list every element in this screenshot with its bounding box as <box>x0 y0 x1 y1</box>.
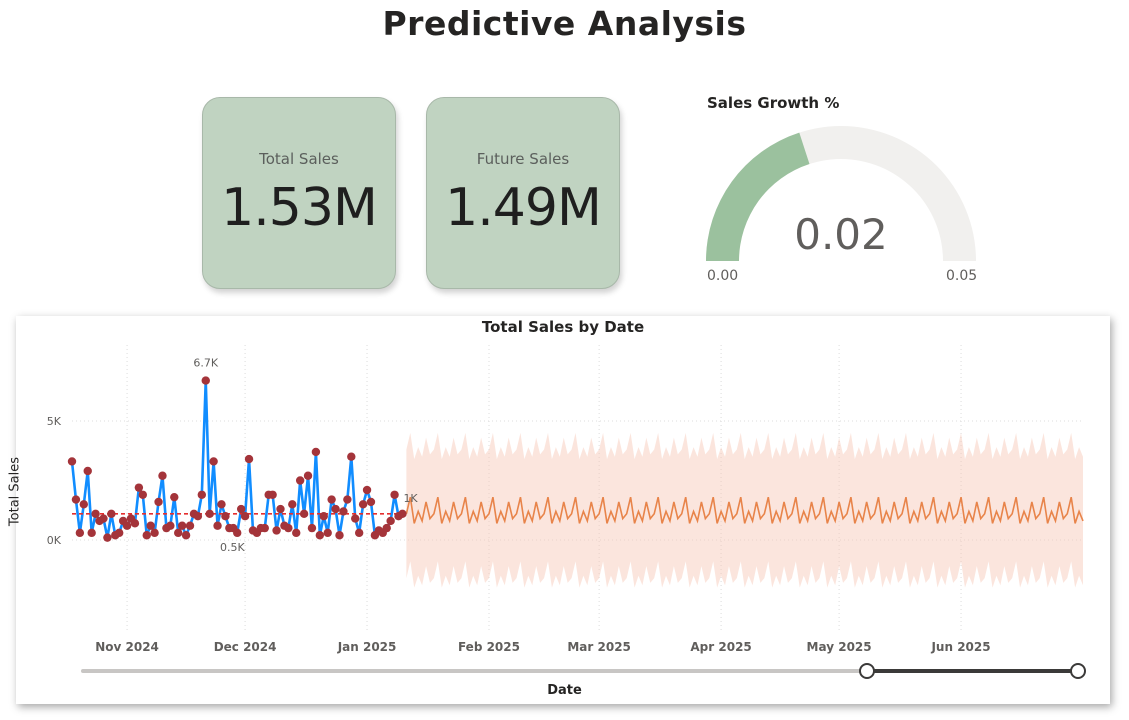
x-tick-label: Apr 2025 <box>690 640 751 654</box>
data-label-min: 0.5K <box>220 541 245 554</box>
sales-line-chart[interactable]: Nov 2024 Dec 2024 Jan 2025 Feb 2025 Mar 2025… <box>0 0 1129 720</box>
data-point <box>213 521 222 530</box>
range-slider-end-handle[interactable] <box>1070 663 1086 679</box>
data-point <box>288 500 297 509</box>
data-point <box>205 509 214 519</box>
data-point <box>343 495 352 504</box>
data-point <box>347 452 356 461</box>
data-point <box>71 495 81 504</box>
data-point <box>177 521 187 530</box>
data-point <box>339 507 348 516</box>
data-point <box>233 528 242 538</box>
x-tick-label: Nov 2024 <box>95 640 159 654</box>
y-axis-title: Total Sales <box>7 456 23 527</box>
data-point <box>154 497 163 507</box>
data-point <box>260 523 269 533</box>
data-point <box>303 471 313 480</box>
data-point <box>170 492 179 502</box>
data-point <box>315 531 325 540</box>
x-tick-label: Feb 2025 <box>458 640 520 654</box>
data-point <box>75 528 85 538</box>
data-point <box>193 512 203 521</box>
data-point <box>217 500 226 509</box>
range-slider-start-handle[interactable] <box>859 663 875 679</box>
data-point <box>209 457 218 466</box>
y-tick-label: 0K <box>47 534 62 547</box>
data-point <box>386 516 395 526</box>
data-point <box>115 528 124 538</box>
y-tick-label: 5K <box>47 415 62 428</box>
data-point <box>382 523 391 533</box>
data-point <box>122 521 132 530</box>
data-point <box>268 490 277 499</box>
data-point <box>276 504 285 514</box>
data-point <box>236 504 246 514</box>
data-point <box>299 509 309 519</box>
x-tick-label: May 2025 <box>807 640 872 654</box>
data-point <box>327 495 336 504</box>
x-tick-label: Jun 2025 <box>930 640 990 654</box>
data-point <box>390 490 399 499</box>
data-point <box>284 523 293 533</box>
data-point <box>107 509 116 519</box>
data-point <box>138 490 148 499</box>
data-point <box>331 504 340 514</box>
data-point <box>292 528 301 538</box>
data-point <box>362 485 372 495</box>
data-point <box>335 531 344 540</box>
data-point <box>201 376 210 385</box>
data-point <box>185 521 195 530</box>
forecast-confidence-band <box>406 432 1083 588</box>
data-point <box>272 526 281 535</box>
data-point <box>358 500 368 509</box>
data-point <box>166 521 175 530</box>
data-point <box>87 528 96 538</box>
data-point <box>174 528 183 538</box>
data-point <box>103 533 112 542</box>
data-point <box>91 509 100 519</box>
data-point <box>142 531 151 540</box>
data-point <box>150 528 159 538</box>
x-axis-title: Date <box>547 683 582 698</box>
data-point <box>311 447 321 457</box>
x-tick-label: Dec 2024 <box>214 640 277 654</box>
data-point <box>158 471 167 480</box>
x-tick-label: Jan 2025 <box>337 640 397 654</box>
data-point <box>83 466 92 476</box>
data-point <box>134 483 144 492</box>
data-label-max: 6.7K <box>193 357 218 370</box>
data-point <box>146 521 155 530</box>
data-point <box>351 514 360 523</box>
data-point <box>323 528 332 538</box>
data-point <box>99 514 108 523</box>
data-point <box>244 454 254 464</box>
data-label-last: 1K <box>403 492 418 505</box>
data-point <box>295 476 305 485</box>
data-point <box>398 509 407 519</box>
x-tick-label: Mar 2025 <box>567 640 631 654</box>
data-point <box>79 500 89 509</box>
data-point <box>366 497 376 507</box>
data-point <box>130 519 140 528</box>
data-point <box>319 512 328 521</box>
data-point <box>240 512 250 521</box>
data-point <box>354 528 364 538</box>
data-point <box>181 531 191 540</box>
data-point <box>197 490 207 499</box>
data-point <box>67 457 77 466</box>
data-point <box>221 512 230 521</box>
data-point <box>307 523 317 533</box>
